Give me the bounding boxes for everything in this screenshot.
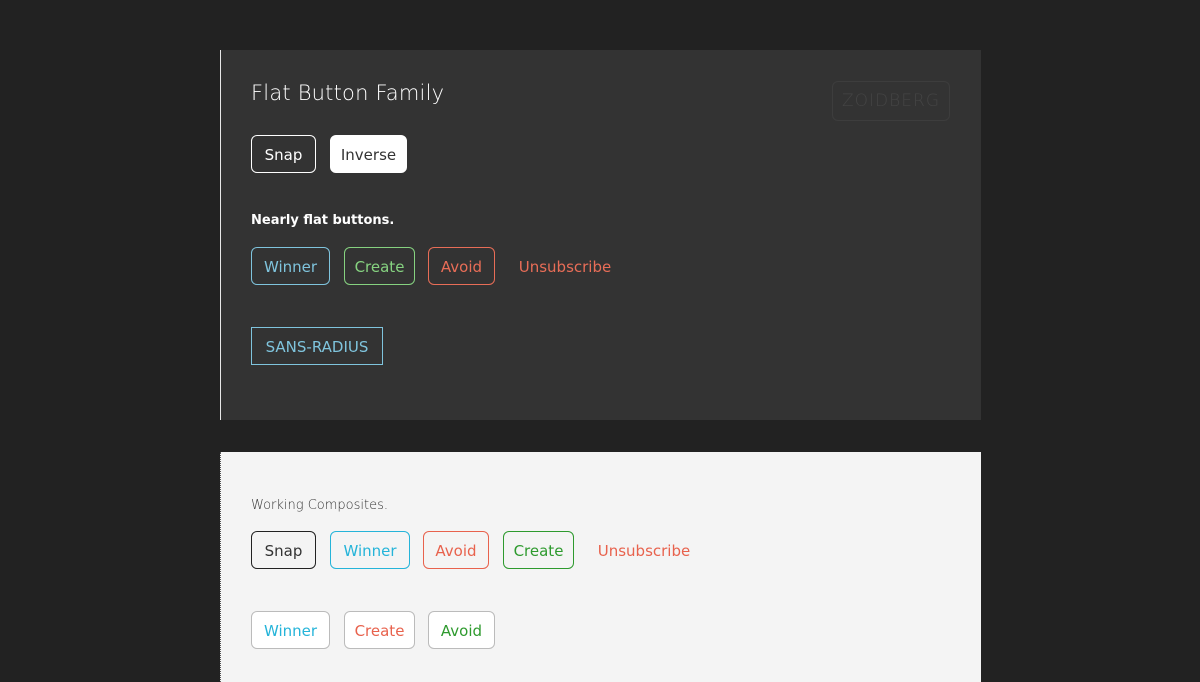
outlined-avoid-button[interactable]: Avoid <box>428 611 495 649</box>
composite-unsubscribe-button[interactable]: Unsubscribe <box>588 531 700 569</box>
winner-button[interactable]: Winner <box>251 247 330 285</box>
outlined-winner-button[interactable]: Winner <box>251 611 330 649</box>
outlined-create-button[interactable]: Create <box>344 611 415 649</box>
unsubscribe-button[interactable]: Unsubscribe <box>509 247 621 285</box>
inverse-button[interactable]: Inverse <box>330 135 407 173</box>
working-composites-panel: Working Composites. Snap Winner Avoid Cr… <box>220 452 981 682</box>
zoidberg-badge: ZOIDBERG <box>832 81 950 121</box>
flat-button-family-panel: Flat Button Family ZOIDBERG Snap Inverse… <box>220 50 981 420</box>
panel-title: Flat Button Family <box>251 81 445 105</box>
sans-radius-button[interactable]: SANS-RADIUS <box>251 327 383 365</box>
working-composites-label: Working Composites. <box>251 498 388 513</box>
create-button[interactable]: Create <box>344 247 415 285</box>
nearly-flat-label: Nearly flat buttons. <box>251 213 395 228</box>
composite-snap-button[interactable]: Snap <box>251 531 316 569</box>
composite-avoid-button[interactable]: Avoid <box>423 531 489 569</box>
avoid-button[interactable]: Avoid <box>428 247 495 285</box>
composite-create-button[interactable]: Create <box>503 531 574 569</box>
composite-winner-button[interactable]: Winner <box>330 531 410 569</box>
snap-button[interactable]: Snap <box>251 135 316 173</box>
